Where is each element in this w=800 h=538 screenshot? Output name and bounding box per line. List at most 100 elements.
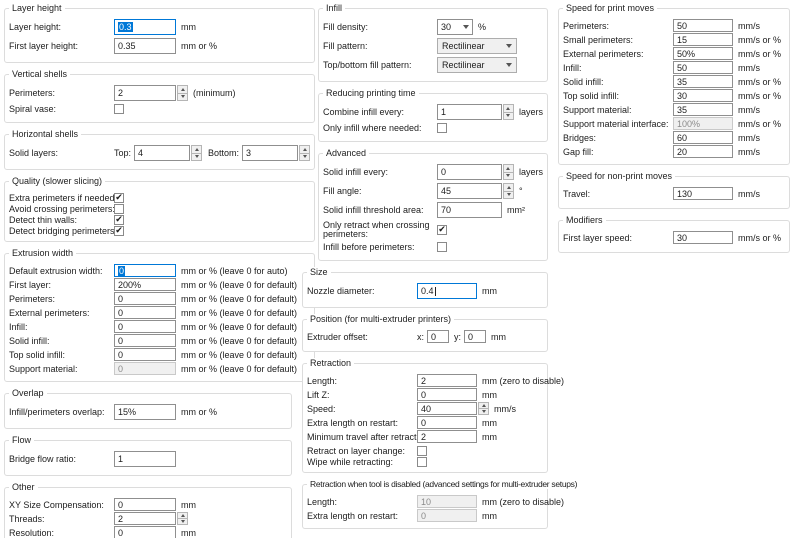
spinner-up-icon[interactable]: [503, 104, 514, 113]
support-material-speed-input[interactable]: [673, 103, 733, 116]
bridges-speed-input[interactable]: [673, 131, 733, 144]
fill-density-combobox[interactable]: 30: [437, 19, 473, 35]
retract-layer-change-checkbox[interactable]: [417, 446, 427, 456]
field-label: Support material:: [9, 364, 114, 374]
spinner-up-icon[interactable]: [478, 402, 489, 409]
small-perimeters-speed-input[interactable]: [673, 33, 733, 46]
selected-text: 0: [118, 266, 125, 276]
xy-size-compensation-input[interactable]: [114, 498, 176, 511]
infill-before-perimeters-checkbox[interactable]: [437, 242, 447, 252]
fill-angle-input[interactable]: [437, 183, 502, 199]
infill-perimeters-overlap-input[interactable]: [114, 404, 176, 420]
extruder-offset-x-input[interactable]: [427, 330, 449, 343]
travel-speed-input[interactable]: [673, 187, 733, 200]
field-unit: mm: [482, 418, 497, 428]
spinner-down-icon[interactable]: [478, 409, 489, 415]
solid-layers-top-input[interactable]: [134, 145, 190, 161]
spinner-down-icon[interactable]: [503, 173, 514, 181]
retract-length-input[interactable]: [417, 374, 477, 387]
fill-pattern-dropdown[interactable]: Rectilinear: [437, 38, 517, 54]
setting-row: Bridges: mm/s: [563, 131, 785, 144]
group-title: Flow: [9, 435, 34, 445]
spinner[interactable]: [503, 164, 514, 180]
group-title: Speed for print moves: [563, 3, 657, 13]
spinner-up-icon[interactable]: [191, 145, 202, 154]
retract-min-travel-input[interactable]: [417, 430, 477, 443]
support-interface-speed-input[interactable]: [673, 117, 733, 130]
default-extrusion-width-input[interactable]: 0: [114, 264, 176, 277]
spinner[interactable]: [177, 512, 188, 525]
retract-restart-extra-toolchange-input[interactable]: [417, 509, 477, 522]
gap-fill-speed-input[interactable]: [673, 145, 733, 158]
retract-length-toolchange-input[interactable]: [417, 495, 477, 508]
top-solid-infill-extrusion-input[interactable]: [114, 348, 176, 361]
spinner-up-icon[interactable]: [503, 164, 514, 173]
spinner-up-icon[interactable]: [177, 512, 188, 519]
resolution-input[interactable]: [114, 526, 176, 538]
spinner-down-icon[interactable]: [503, 192, 514, 200]
external-perimeter-extrusion-input[interactable]: [114, 306, 176, 319]
infill-extrusion-input[interactable]: [114, 320, 176, 333]
setting-row: Gap fill: mm/s: [563, 145, 785, 158]
first-layer-height-input[interactable]: [114, 38, 176, 54]
solid-infill-every-input[interactable]: [437, 164, 502, 180]
perimeters-speed-input[interactable]: [673, 19, 733, 32]
field-label: Speed:: [307, 404, 417, 414]
field-unit: °: [519, 186, 523, 196]
layer-height-input[interactable]: 0.3: [114, 19, 176, 35]
spinner-up-icon[interactable]: [503, 183, 514, 192]
wipe-checkbox[interactable]: [417, 457, 427, 467]
only-retract-crossing-checkbox[interactable]: [437, 225, 447, 235]
combine-infill-input[interactable]: [437, 104, 502, 120]
top-solid-infill-speed-input[interactable]: [673, 89, 733, 102]
external-perimeters-speed-input[interactable]: [673, 47, 733, 60]
field-unit: mm: [181, 528, 196, 538]
detect-bridging-perimeters-checkbox[interactable]: [114, 226, 124, 236]
top-bottom-fill-pattern-dropdown[interactable]: Rectilinear: [437, 57, 517, 73]
field-unit: mm or % (leave 0 for default): [181, 364, 297, 374]
retract-lift-z-input[interactable]: [417, 388, 477, 401]
spinner[interactable]: [191, 145, 202, 161]
retract-extra-length-input[interactable]: [417, 416, 477, 429]
spinner[interactable]: [503, 104, 514, 120]
spinner-down-icon[interactable]: [177, 94, 188, 102]
support-material-extrusion-input[interactable]: [114, 362, 176, 375]
field-unit: mm or % (leave 0 for default): [181, 308, 297, 318]
solid-infill-speed-input[interactable]: [673, 75, 733, 88]
infill-speed-input[interactable]: [673, 61, 733, 74]
threads-input[interactable]: [114, 512, 176, 525]
spinner-down-icon[interactable]: [191, 154, 202, 162]
extruder-offset-y-input[interactable]: [464, 330, 486, 343]
extra-perimeters-checkbox[interactable]: [114, 193, 124, 203]
spinner[interactable]: [503, 183, 514, 199]
input-text: 0.4: [421, 286, 434, 296]
group-extrusion-width: Extrusion width Default extrusion width:…: [4, 253, 315, 382]
detect-thin-walls-checkbox[interactable]: [114, 215, 124, 225]
column-middle: Infill Fill density: 30 % Fill pattern: …: [302, 0, 550, 538]
field-label: Perimeters:: [9, 88, 114, 98]
field-label: Wipe while retracting:: [307, 457, 417, 467]
spinner[interactable]: [177, 85, 188, 101]
retract-speed-input[interactable]: [417, 402, 477, 415]
bridge-flow-ratio-input[interactable]: [114, 451, 176, 467]
solid-infill-extrusion-input[interactable]: [114, 334, 176, 347]
perimeters-input[interactable]: [114, 85, 176, 101]
setting-row: Avoid crossing perimeters:: [9, 203, 310, 214]
only-infill-where-needed-checkbox[interactable]: [437, 123, 447, 133]
field-unit: mm or % (leave 0 for default): [181, 294, 297, 304]
spinner-down-icon[interactable]: [177, 519, 188, 525]
spinner-up-icon[interactable]: [177, 85, 188, 94]
solid-infill-threshold-input[interactable]: [437, 202, 502, 218]
first-layer-speed-input[interactable]: [673, 231, 733, 244]
spinner-down-icon[interactable]: [503, 113, 514, 121]
first-layer-extrusion-input[interactable]: [114, 278, 176, 291]
nozzle-diameter-input[interactable]: 0.4: [417, 283, 477, 299]
spinner[interactable]: [478, 402, 489, 415]
spiral-vase-checkbox[interactable]: [114, 104, 124, 114]
avoid-crossing-perimeters-checkbox[interactable]: [114, 204, 124, 214]
field-label: Length:: [307, 376, 417, 386]
perimeter-extrusion-input[interactable]: [114, 292, 176, 305]
solid-layers-bottom-input[interactable]: [242, 145, 298, 161]
group-other: Other XY Size Compensation: mm Threads: …: [4, 487, 292, 538]
field-label: Top solid infill:: [9, 350, 114, 360]
